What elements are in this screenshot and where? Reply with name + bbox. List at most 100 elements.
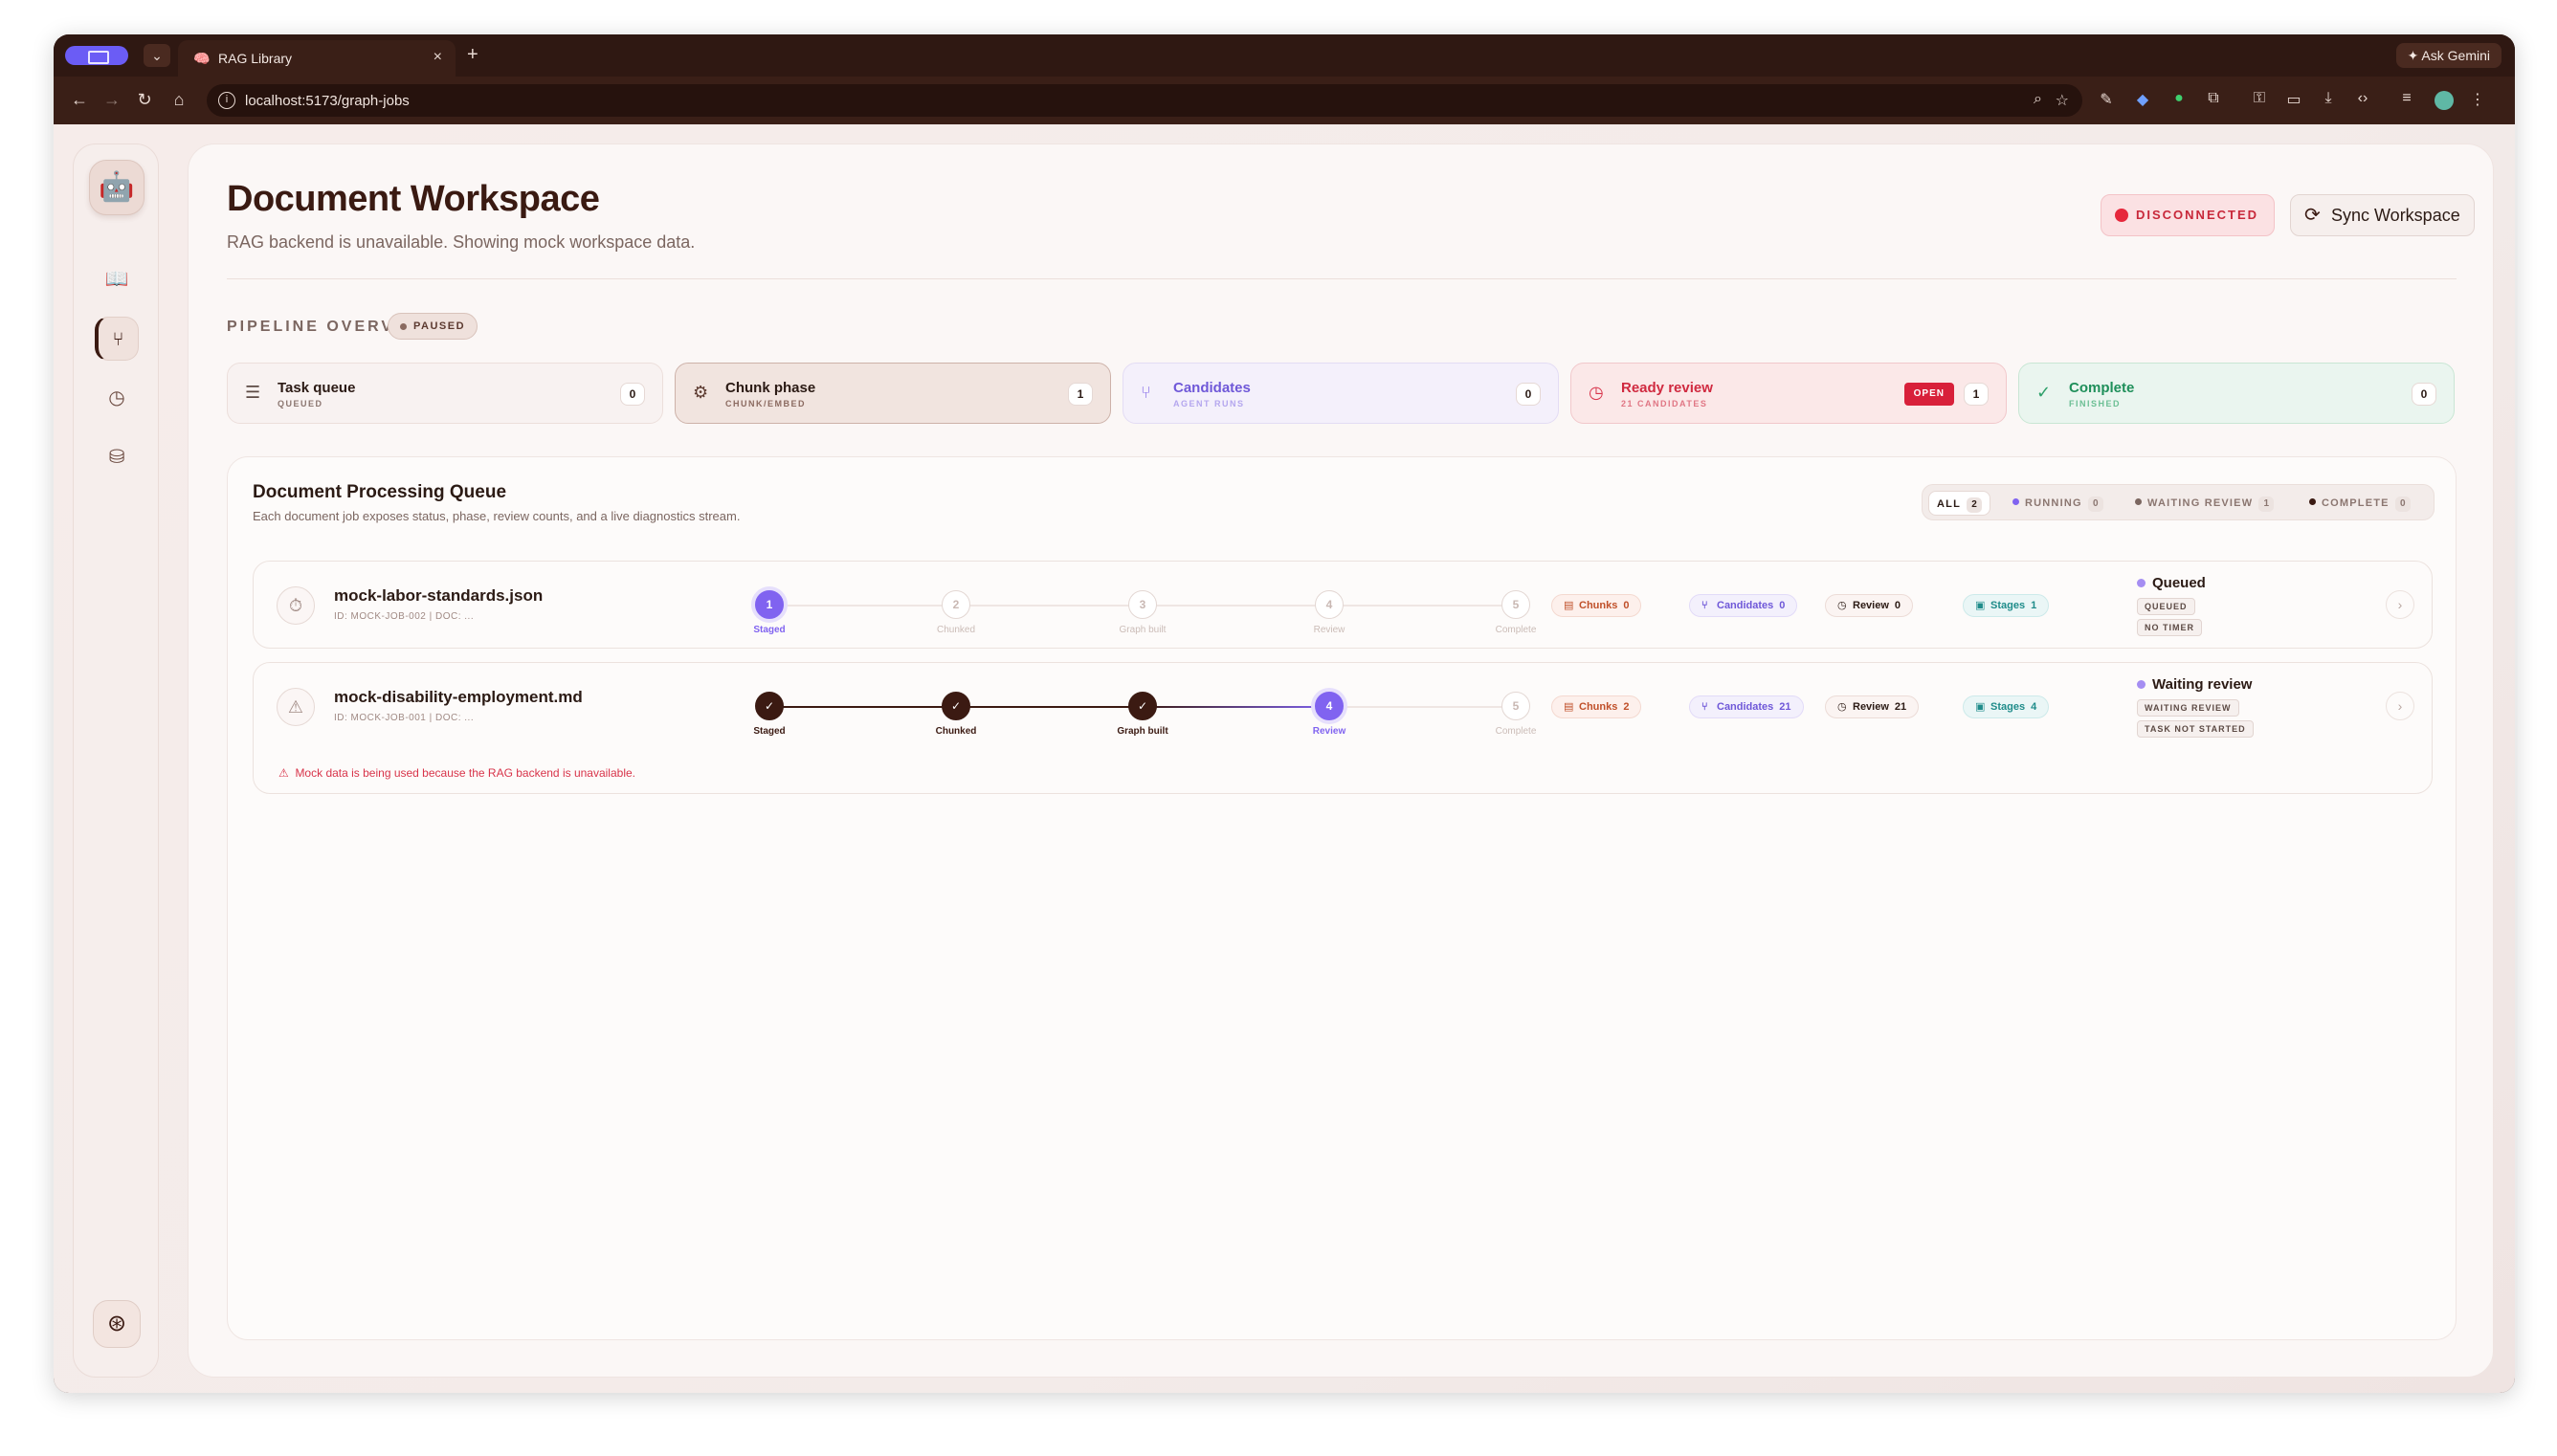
page-subtitle: RAG backend is unavailable. Showing mock… [227, 232, 696, 252]
job-status: Queued [2152, 575, 2206, 591]
book-icon[interactable]: 📖 [95, 257, 139, 301]
candidates-metric: ⑂ Candidates 21 [1689, 695, 1804, 718]
stat-count: 0 [1516, 383, 1541, 406]
step-label: Graph built [1117, 726, 1168, 737]
stat-card-candidates[interactable]: ⑂ Candidates AGENT RUNS 0 [1123, 363, 1559, 424]
branch-icon: ⑂ [1141, 383, 1151, 402]
chevron-right-icon[interactable]: › [2386, 692, 2414, 720]
reload-icon[interactable]: ↻ [134, 90, 155, 110]
step-marker: 2 [942, 590, 970, 619]
job-name: mock-labor-standards.json [334, 586, 544, 605]
home-icon[interactable]: ⌂ [168, 90, 189, 110]
filter-all[interactable]: ALL 2 [1928, 491, 1990, 516]
address-bar[interactable]: i localhost:5173/graph-jobs ⌕ ☆ [207, 84, 2082, 117]
job-status: Waiting review [2152, 676, 2253, 693]
job-name: mock-disability-employment.md [334, 688, 583, 706]
passwords-key-icon[interactable]: ⚿ [2249, 90, 2270, 107]
database-icon[interactable]: ⛁ [95, 435, 139, 479]
stat-subtitle: CHUNK/EMBED [725, 399, 806, 408]
close-tab-icon[interactable]: × [434, 49, 442, 66]
step-marker: ✓ [942, 692, 970, 720]
extension-shield-icon[interactable]: ◆ [2132, 90, 2153, 109]
stat-subtitle: FINISHED [2069, 399, 2122, 408]
tab-search-chevron-icon[interactable]: ⌄ [144, 44, 170, 67]
candidates-metric: ⑂ Candidates 0 [1689, 594, 1798, 617]
extensions-puzzle-icon[interactable]: ⧉ [2203, 90, 2224, 107]
step-marker: 5 [1501, 590, 1530, 619]
step-label: Complete [1495, 625, 1537, 635]
page-title: Document Workspace [227, 179, 600, 219]
stat-title: Task queue [278, 380, 356, 396]
job-row[interactable]: ⏱ mock-labor-standards.json ID: MOCK-JOB… [253, 561, 2433, 649]
chip-icon: ⚙ [693, 383, 709, 402]
filter-running[interactable]: RUNNING 0 [2005, 491, 2111, 516]
filter-complete[interactable]: COMPLETE 0 [2301, 491, 2418, 516]
job-row[interactable]: ⚠ mock-disability-employment.md ID: MOCK… [253, 662, 2433, 794]
browser-toolbar: ← → ↻ ⌂ i localhost:5173/graph-jobs ⌕ ☆ … [54, 77, 2515, 124]
brain-icon[interactable]: ⊛ [93, 1300, 141, 1348]
stat-title: Ready review [1621, 380, 1713, 396]
warning-icon: ⚠ [277, 688, 315, 726]
browser-tab[interactable]: 🧠 RAG Library × [178, 40, 456, 77]
tab-title: RAG Library [218, 51, 293, 66]
chevron-right-icon[interactable]: › [2386, 590, 2414, 619]
mock-data-warning: ⚠ Mock data is being used because the RA… [278, 766, 635, 780]
status-tag: QUEUED [2137, 598, 2195, 615]
step-label: Chunked [935, 726, 977, 737]
step-marker: 4 [1315, 590, 1344, 619]
stat-subtitle: 21 CANDIDATES [1621, 399, 1708, 408]
sync-workspace-button[interactable]: ⟳ Sync Workspace [2290, 194, 2475, 236]
chunks-metric: ▤ Chunks 0 [1551, 594, 1642, 617]
stat-count: 0 [2412, 383, 2436, 406]
review-metric: ◷ Review 21 [1825, 695, 1920, 718]
profile-avatar-icon[interactable] [2435, 91, 2454, 110]
site-info-icon[interactable]: i [218, 92, 235, 109]
ask-gemini-button[interactable]: ✦ Ask Gemini [2395, 43, 2501, 68]
review-metric: ◷ Review 0 [1825, 594, 1914, 617]
reading-list-icon[interactable]: ≡ [2396, 90, 2417, 107]
stat-card-task-queue[interactable]: ☰ Task queue QUEUED 0 [227, 363, 663, 424]
progress-fill-active [1144, 706, 1330, 708]
clock-icon[interactable]: ◷ [95, 376, 139, 420]
pipeline-state-badge: PAUSED [388, 313, 478, 340]
browser-menu-icon[interactable]: ⋮ [2467, 90, 2488, 109]
stat-title: Chunk phase [725, 380, 816, 396]
stat-title: Complete [2069, 380, 2135, 396]
tab-groups-button[interactable] [65, 46, 128, 65]
extension-green-icon[interactable]: ● [2168, 90, 2190, 107]
document-queue-card: Document Processing Queue Each document … [227, 456, 2457, 1340]
branch-icon[interactable]: ⑂ [95, 317, 139, 361]
downloads-icon[interactable]: ⤓ [2318, 90, 2339, 107]
sidebar: 🤖 📖 ⑂ ◷ ⛁ ⊛ [73, 143, 159, 1378]
stat-card-ready-review[interactable]: ◷ Ready review 21 CANDIDATES OPEN 1 [1570, 363, 2007, 424]
back-icon[interactable]: ← [69, 90, 90, 110]
devtools-icon[interactable]: ‹› [2352, 90, 2373, 107]
step-marker: ✓ [1128, 692, 1157, 720]
list-icon: ☰ [245, 383, 261, 402]
step-label: Graph built [1119, 625, 1167, 635]
step-marker: 5 [1501, 692, 1530, 720]
check-circle-icon: ✓ [2036, 383, 2052, 402]
stat-count: 1 [1964, 383, 1989, 406]
forward-icon[interactable]: → [101, 90, 122, 110]
zoom-icon[interactable]: ⌕ [2034, 91, 2042, 108]
stat-card-complete[interactable]: ✓ Complete FINISHED 0 [2018, 363, 2455, 424]
queue-filter-tabs: ALL 2 RUNNING 0 WAITING REVIEW 1 COMPLETE 0 [1922, 484, 2435, 520]
chunks-metric: ▤ Chunks 2 [1551, 695, 1642, 718]
payment-card-icon[interactable]: ▭ [2283, 90, 2304, 109]
step-marker: ✓ [755, 692, 784, 720]
connection-status-badge: DISCONNECTED [2101, 194, 2276, 236]
filter-waiting-review[interactable]: WAITING REVIEW 1 [2127, 491, 2281, 516]
new-tab-icon[interactable]: + [467, 44, 478, 66]
stat-title: Candidates [1173, 380, 1251, 396]
step-label: Review [1312, 726, 1346, 737]
timer-tag: NO TIMER [2137, 619, 2202, 636]
header-divider [227, 278, 2457, 279]
stat-card-chunk-phase[interactable]: ⚙ Chunk phase CHUNK/EMBED 1 [675, 363, 1111, 424]
step-marker: 1 [755, 590, 784, 619]
bookmark-star-icon[interactable]: ☆ [2056, 91, 2069, 110]
app-avatar[interactable]: 🤖 [89, 160, 145, 215]
step-marker: 3 [1128, 590, 1157, 619]
extension-pen-icon[interactable]: ✎ [2096, 90, 2117, 109]
step-label: Staged [753, 625, 786, 635]
